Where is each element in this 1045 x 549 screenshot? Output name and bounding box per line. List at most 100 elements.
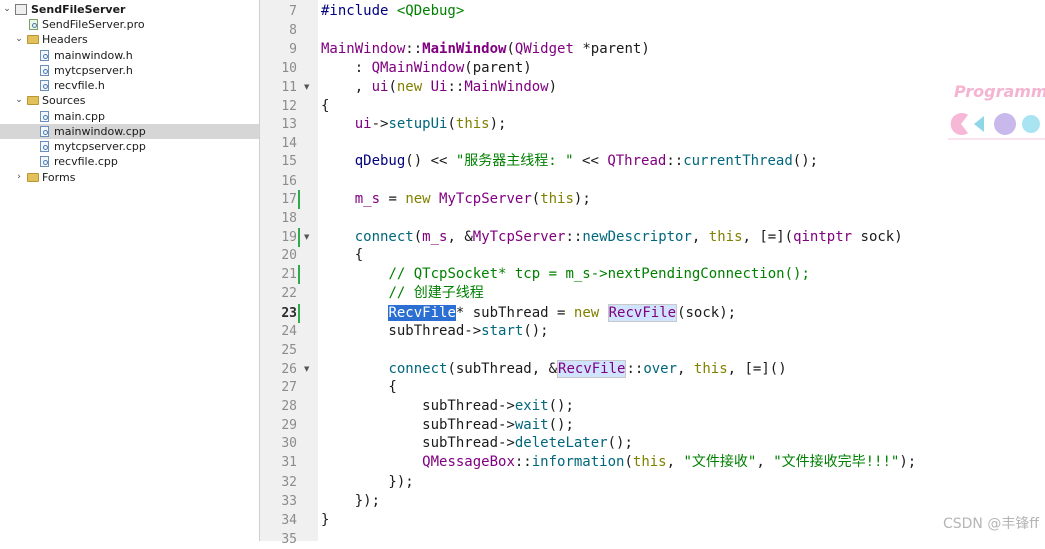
code-text[interactable]: : QMainWindow(parent) <box>321 59 532 78</box>
selected-text[interactable]: RecvFile <box>388 305 456 321</box>
code-text[interactable]: subThread->wait(); <box>321 416 574 435</box>
code-line[interactable]: 32 }); <box>260 473 1045 492</box>
code-line[interactable]: 8 <box>260 21 1045 40</box>
fold-arrow-icon[interactable]: ▼ <box>304 365 309 373</box>
code-line[interactable]: 29 subThread->wait(); <box>260 416 1045 435</box>
code-token: (subThread, & <box>447 361 558 377</box>
code-line[interactable]: 17 m_s = new MyTcpServer(this); <box>260 190 1045 209</box>
code-line[interactable]: 16 <box>260 172 1045 191</box>
line-number: 11 <box>281 80 297 95</box>
tree-folder-sources[interactable]: ⌄ Sources <box>0 93 259 108</box>
code-text[interactable]: { <box>321 97 329 116</box>
code-line[interactable]: 18 <box>260 209 1045 228</box>
code-token: <QDebug> <box>396 3 465 19</box>
tree-item-source[interactable]: recvfile.cpp <box>0 154 259 169</box>
code-text[interactable]: subThread->exit(); <box>321 397 574 416</box>
code-text[interactable]: subThread->deleteLater(); <box>321 434 633 453</box>
line-number: 23 <box>281 306 297 321</box>
code-line[interactable]: 7 #include <QDebug> <box>260 2 1045 21</box>
code-token: subThread-> <box>321 435 515 451</box>
code-line-current[interactable]: 23 RecvFile* subThread = new RecvFile(so… <box>260 304 1045 323</box>
chevron-down-icon[interactable]: ⌄ <box>2 2 12 17</box>
code-line[interactable]: 15 qDebug() << "服务器主线程: " << QThread::cu… <box>260 152 1045 171</box>
code-line[interactable]: 27 { <box>260 378 1045 397</box>
chevron-down-icon[interactable]: ⌄ <box>14 32 24 47</box>
fold-arrow-icon[interactable]: ▼ <box>304 233 309 241</box>
code-text[interactable]: m_s = new MyTcpServer(this); <box>321 190 591 209</box>
tree-item-header[interactable]: recvfile.h <box>0 78 259 93</box>
code-text[interactable]: ui->setupUi(this); <box>321 115 507 134</box>
code-token: , <box>321 79 372 95</box>
line-number: 19 <box>281 230 297 245</box>
code-token: ( <box>624 454 633 470</box>
code-line[interactable]: 31 QMessageBox::information(this, "文件接收"… <box>260 453 1045 472</box>
code-token: :: <box>447 79 465 95</box>
code-line[interactable]: 34 } <box>260 511 1045 530</box>
code-token: ui <box>371 79 389 95</box>
code-text[interactable]: connect(subThread, &RecvFile::over, this… <box>321 360 787 379</box>
modified-line-marker <box>298 228 300 247</box>
code-line[interactable]: 30 subThread->deleteLater(); <box>260 434 1045 453</box>
code-line[interactable]: 22 // 创建子线程 <box>260 284 1045 303</box>
code-text[interactable]: , ui(new Ui::MainWindow) <box>321 78 557 97</box>
fold-arrow-icon[interactable]: ▼ <box>304 83 309 91</box>
chevron-down-icon[interactable]: ⌄ <box>14 93 24 108</box>
line-number: 21 <box>281 267 297 282</box>
code-text[interactable]: }); <box>321 492 380 511</box>
code-text[interactable]: connect(m_s, &MyTcpServer::newDescriptor… <box>321 228 903 247</box>
code-line[interactable]: 28 subThread->exit(); <box>260 397 1045 416</box>
code-token: QMainWindow <box>371 60 465 76</box>
code-token: start <box>481 323 524 339</box>
code-text[interactable]: MainWindow::MainWindow(QWidget *parent) <box>321 40 650 59</box>
code-text[interactable]: }); <box>321 473 413 492</box>
code-text[interactable]: subThread->start(); <box>321 322 548 341</box>
code-line[interactable]: 35 <box>260 530 1045 549</box>
code-line[interactable]: 20 { <box>260 246 1045 265</box>
chevron-right-icon[interactable]: › <box>14 170 24 185</box>
line-number: 14 <box>281 136 297 151</box>
code-line[interactable]: 13 ui->setupUi(this); <box>260 115 1045 134</box>
code-text[interactable]: { <box>321 378 396 397</box>
code-token: new <box>405 191 431 207</box>
code-token: QMessageBox <box>422 454 515 470</box>
code-text[interactable]: { <box>321 246 363 265</box>
code-token: qDebug <box>354 153 406 169</box>
code-line[interactable]: 33 }); <box>260 492 1045 511</box>
tree-item-source-selected[interactable]: mainwindow.cpp <box>0 124 259 139</box>
code-token: ( <box>531 191 541 207</box>
code-line[interactable]: 14 <box>260 134 1045 153</box>
code-line[interactable]: 12 { <box>260 97 1045 116</box>
code-line[interactable]: 26 ▼ connect(subThread, &RecvFile::over,… <box>260 360 1045 379</box>
tree-item-source[interactable]: main.cpp <box>0 109 259 124</box>
tree-item-pro-file[interactable]: SendFileServer.pro <box>0 17 259 32</box>
code-text[interactable]: RecvFile* subThread = new RecvFile(sock)… <box>321 304 736 323</box>
code-editor[interactable]: 7 #include <QDebug> 8 9 MainWindow::Main… <box>260 0 1045 547</box>
code-line[interactable]: 25 <box>260 341 1045 360</box>
tree-item-source[interactable]: mytcpserver.cpp <box>0 139 259 154</box>
code-text[interactable]: // QTcpSocket* tcp = m_s->nextPendingCon… <box>321 265 809 284</box>
code-line[interactable]: 10 : QMainWindow(parent) <box>260 59 1045 78</box>
code-text[interactable]: QMessageBox::information(this, "文件接收", "… <box>321 453 916 472</box>
modified-line-marker <box>298 190 300 209</box>
line-number: 31 <box>281 455 297 470</box>
tree-folder-headers[interactable]: ⌄ Headers <box>0 32 259 47</box>
tree-item-header[interactable]: mytcpserver.h <box>0 63 259 78</box>
tree-project-row[interactable]: ⌄ SendFileServer <box>0 2 259 17</box>
code-line[interactable]: 24 subThread->start(); <box>260 322 1045 341</box>
code-token: new <box>396 79 423 95</box>
tree-item-header[interactable]: mainwindow.h <box>0 48 259 63</box>
code-line[interactable]: 9 MainWindow::MainWindow(QWidget *parent… <box>260 40 1045 59</box>
code-text[interactable]: qDebug() << "服务器主线程: " << QThread::curre… <box>321 152 818 171</box>
code-text[interactable]: // 创建子线程 <box>321 284 483 303</box>
code-text[interactable]: } <box>321 511 329 530</box>
code-token: "文件接收" <box>683 454 757 470</box>
code-line[interactable]: 11 ▼ , ui(new Ui::MainWindow) <box>260 78 1045 97</box>
code-line[interactable]: 21 // QTcpSocket* tcp = m_s->nextPending… <box>260 265 1045 284</box>
code-line[interactable]: 19 ▼ connect(m_s, &MyTcpServer::newDescr… <box>260 228 1045 247</box>
line-number: 17 <box>281 192 297 207</box>
code-text[interactable]: #include <QDebug> <box>321 2 464 21</box>
tree-folder-forms[interactable]: › Forms <box>0 170 259 185</box>
